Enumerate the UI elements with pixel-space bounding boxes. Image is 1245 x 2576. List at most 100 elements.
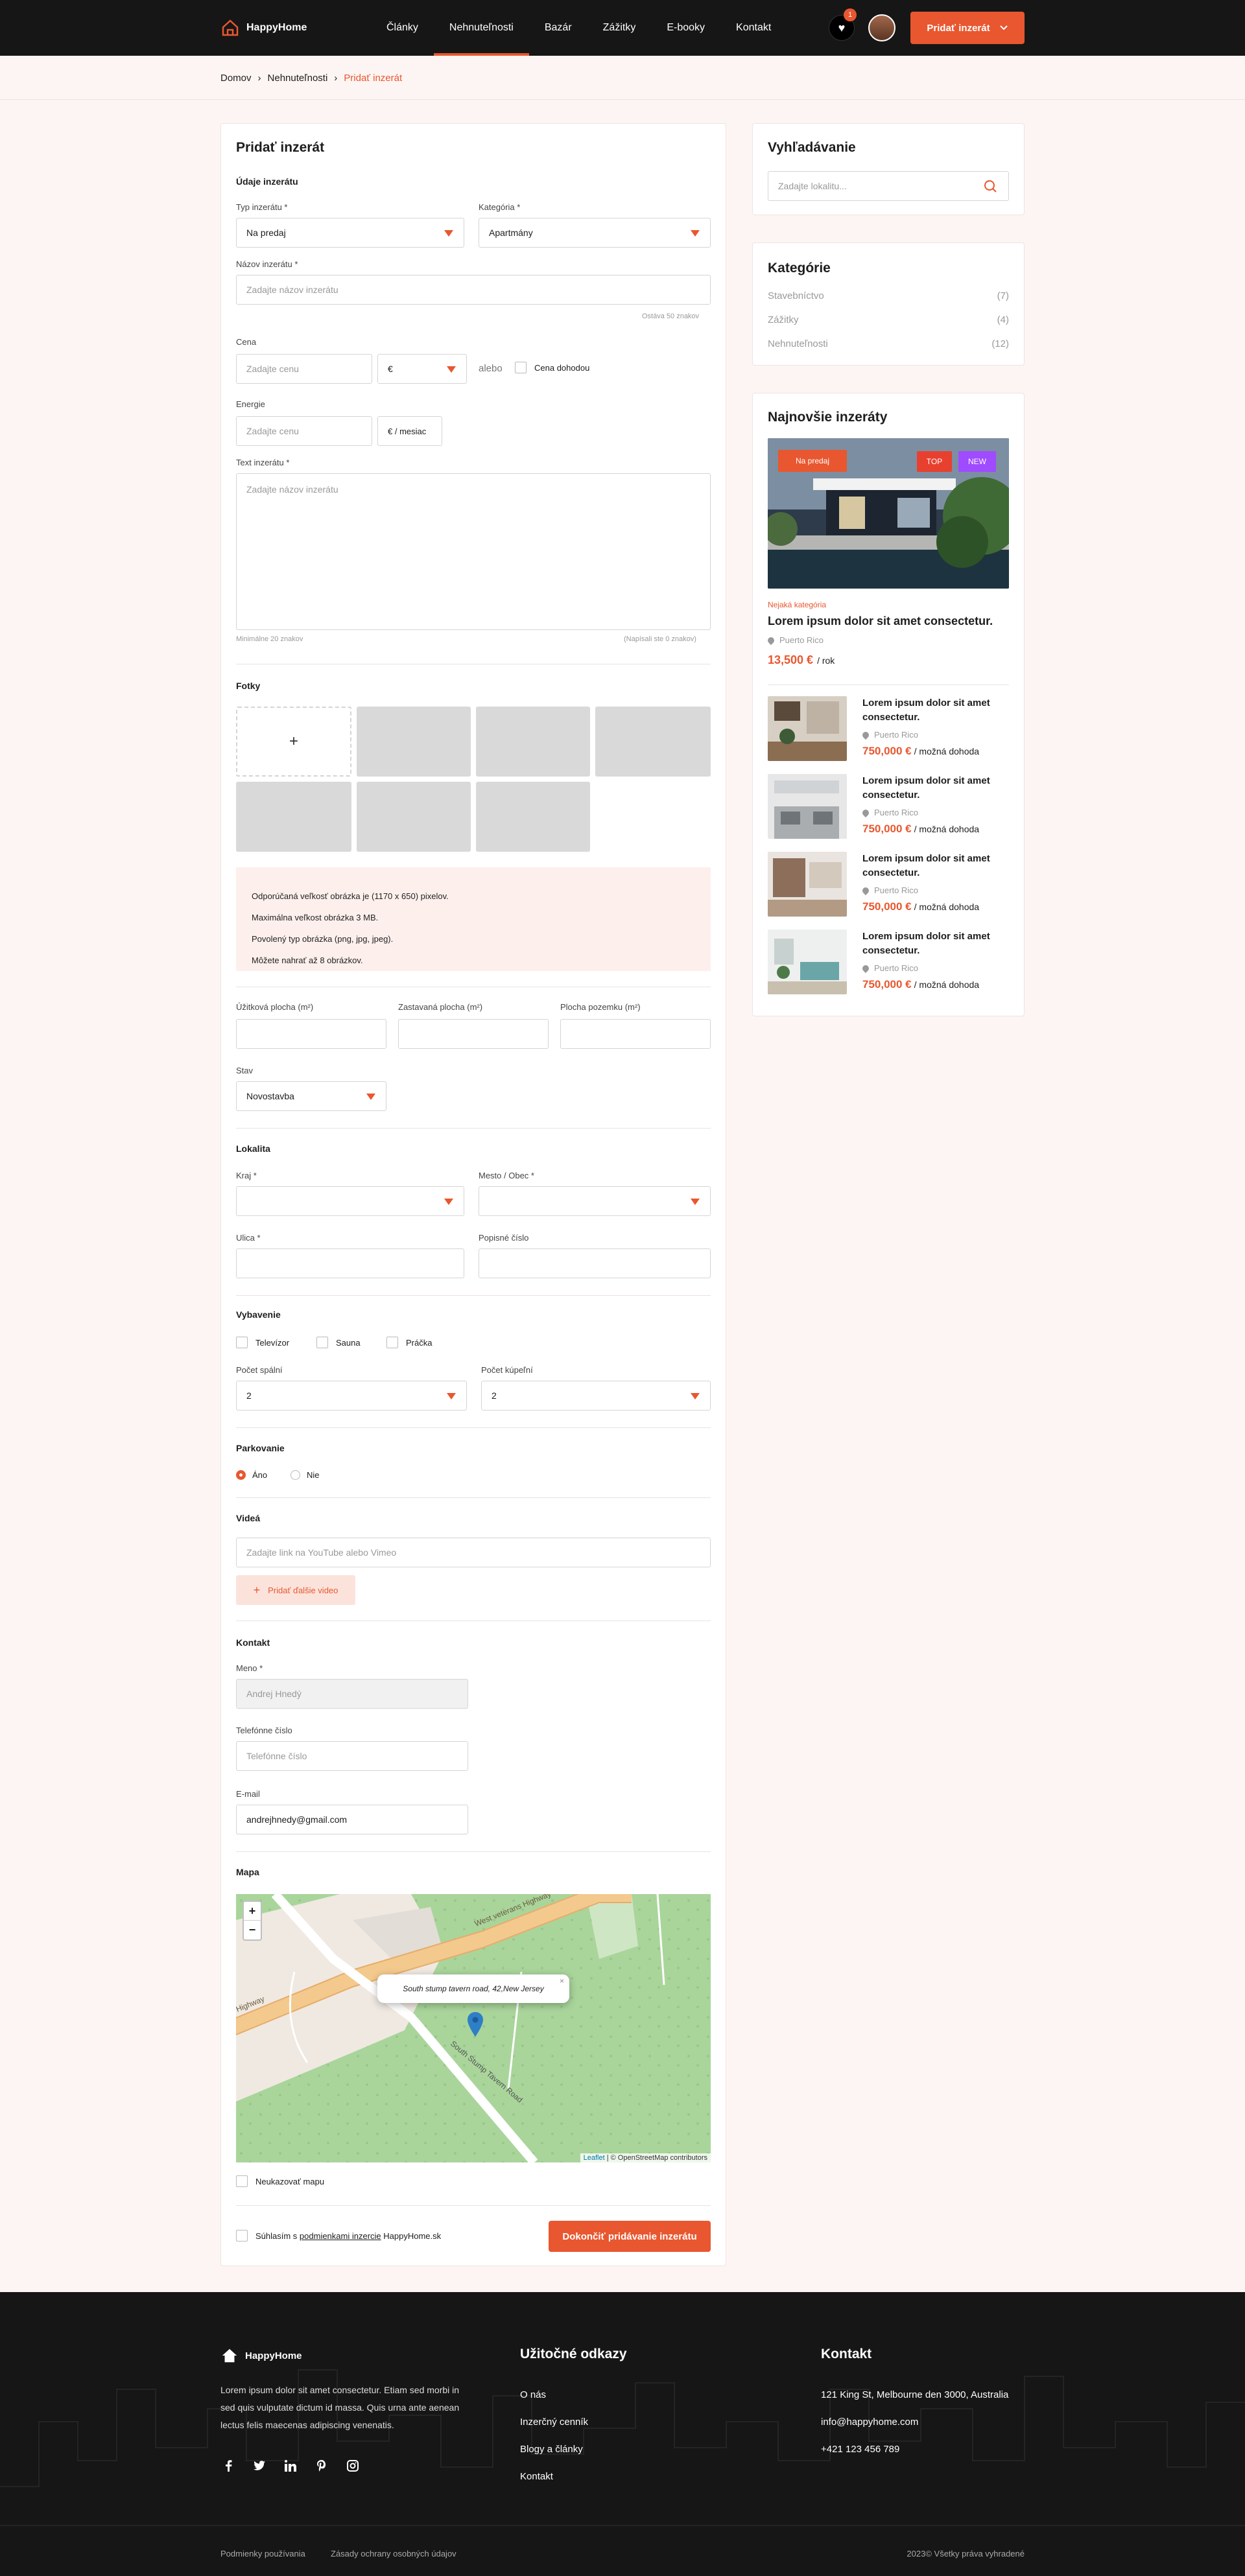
section-details-title: Údaje inzerátu	[236, 176, 298, 187]
nav-ebooks[interactable]: E-booky	[651, 0, 720, 56]
nav-bazaar[interactable]: Bazár	[529, 0, 587, 56]
city-select[interactable]	[479, 1186, 711, 1216]
breadcrumb-real-estate[interactable]: Nehnuteľnosti	[268, 73, 328, 84]
breadcrumb-home[interactable]: Domov	[220, 73, 252, 84]
facebook-icon[interactable]	[220, 2458, 236, 2474]
street-input[interactable]	[236, 1248, 464, 1278]
footer-email[interactable]: info@happyhome.com	[821, 2417, 918, 2428]
pinterest-icon[interactable]	[314, 2458, 329, 2474]
caret-down-icon	[691, 1199, 700, 1205]
listing-thumbnail	[768, 930, 847, 994]
search-icon[interactable]	[983, 179, 997, 193]
footer-link-contact[interactable]: Kontakt	[520, 2471, 553, 2482]
caret-down-icon	[691, 1393, 700, 1399]
listing-item[interactable]: Lorem ipsum dolor sit amet consectetur. P…	[768, 696, 1012, 761]
zoom-out-button[interactable]: −	[244, 1921, 261, 1939]
phone-label: Telefónne číslo	[236, 1726, 292, 1735]
site-footer: HappyHome Lorem ipsum dolor sit amet con…	[0, 2292, 1245, 2576]
search-title: Vyhľadávanie	[768, 140, 856, 155]
equipment-sauna-checkbox[interactable]: Sauna	[316, 1337, 361, 1348]
footer-link-pricing[interactable]: Inzerčný cenník	[520, 2417, 588, 2428]
listing-title: Lorem ipsum dolor sit amet consectetur.	[862, 853, 990, 878]
footer-link-blogs[interactable]: Blogy a články	[520, 2444, 583, 2455]
add-video-button[interactable]: + Pridať ďalšie video	[236, 1575, 355, 1605]
type-select-value: Na predaj	[246, 228, 286, 238]
parking-yes-radio[interactable]: Áno	[236, 1470, 267, 1480]
built-area-input[interactable]	[398, 1019, 549, 1049]
type-select[interactable]: Na predaj	[236, 218, 464, 248]
instagram-icon[interactable]	[345, 2458, 361, 2474]
usable-area-input[interactable]	[236, 1019, 386, 1049]
footer-terms-link[interactable]: Podmienky používania	[220, 2549, 305, 2558]
usable-area-label: Úžitková plocha (m²)	[236, 1002, 314, 1012]
price-input[interactable]: Zadajte cenu	[236, 354, 372, 384]
footer-privacy-link[interactable]: Zásady ochrany osobných údajov	[331, 2549, 456, 2558]
video-link-input[interactable]: Zadajte link na YouTube alebo Vimeo	[236, 1538, 711, 1567]
linkedin-icon[interactable]	[283, 2458, 298, 2474]
featured-title[interactable]: Lorem ipsum dolor sit amet consectetur.	[768, 615, 993, 628]
close-icon[interactable]: ×	[560, 1976, 564, 1985]
equipment-tv-checkbox[interactable]: Televízor	[236, 1337, 289, 1348]
listing-price-value: 750,000 €	[862, 823, 912, 835]
category-select-value: Apartmány	[489, 228, 533, 238]
submit-listing-button[interactable]: Dokončiť pridávanie inzerátu	[549, 2221, 711, 2252]
state-select[interactable]: Novostavba	[236, 1081, 386, 1111]
number-input[interactable]	[479, 1248, 711, 1278]
hide-map-checkbox[interactable]: Neukazovať mapu	[236, 2175, 324, 2187]
footer-phone[interactable]: +421 123 456 789	[821, 2444, 899, 2455]
divider	[236, 1295, 711, 1296]
category-item[interactable]: Stavebníctvo (7)	[768, 290, 1009, 301]
category-item[interactable]: Zážitky (4)	[768, 314, 1009, 325]
contact-name-input[interactable]: Andrej Hnedý	[236, 1679, 468, 1709]
category-item[interactable]: Nehnuteľnosti (12)	[768, 338, 1009, 349]
add-listing-button[interactable]: Pridať inzerát	[910, 12, 1025, 44]
name-input[interactable]: Zadajte názov inzerátu	[236, 275, 711, 305]
region-select[interactable]	[236, 1186, 464, 1216]
negotiable-checkbox[interactable]: Cena dohodou	[515, 362, 589, 373]
nav-real-estate[interactable]: Nehnuteľnosti	[433, 0, 529, 56]
checkbox-box	[316, 1337, 328, 1348]
text-textarea[interactable]: Zadajte názov inzerátu	[236, 473, 711, 630]
zoom-in-button[interactable]: +	[244, 1902, 261, 1921]
map-marker-icon[interactable]	[468, 2012, 483, 2037]
photo-info-line: Môžete nahrať až 8 obrázkov.	[252, 955, 363, 965]
listing-item[interactable]: Lorem ipsum dolor sit amet consectetur. P…	[768, 774, 1012, 839]
terms-link[interactable]: podmienkami inzercie	[300, 2231, 381, 2241]
divider	[236, 2205, 711, 2206]
land-area-input[interactable]	[560, 1019, 711, 1049]
listing-item[interactable]: Lorem ipsum dolor sit amet consectetur. P…	[768, 852, 1012, 917]
brand-logo[interactable]: HappyHome	[220, 18, 307, 38]
nav-experiences[interactable]: Zážitky	[587, 0, 652, 56]
footer-logo[interactable]: HappyHome	[220, 2347, 302, 2365]
leaflet-link[interactable]: Leaflet	[584, 2154, 605, 2162]
phone-input[interactable]: Telefónne číslo	[236, 1741, 468, 1771]
bathrooms-select[interactable]: 2	[481, 1381, 711, 1411]
listing-title: Lorem ipsum dolor sit amet consectetur.	[862, 931, 990, 956]
bedrooms-select[interactable]: 2	[236, 1381, 467, 1411]
location-map[interactable]: West veterans Highway Highway South Stum…	[236, 1894, 711, 2162]
category-select[interactable]: Apartmány	[479, 218, 711, 248]
footer-address: 121 King St, Melbourne den 3000, Austral…	[821, 2389, 1009, 2400]
user-avatar[interactable]	[868, 14, 895, 41]
terms-checkbox[interactable]: Súhlasím s podmienkami inzercie HappyHom…	[236, 2230, 441, 2242]
parking-no-radio[interactable]: Nie	[290, 1470, 320, 1480]
email-input[interactable]: andrejhnedy@gmail.com	[236, 1805, 468, 1834]
footer-links-title: Užitočné odkazy	[520, 2347, 627, 2361]
photo-upload-button[interactable]: +	[236, 707, 351, 777]
nav-contact[interactable]: Kontakt	[720, 0, 787, 56]
photo-slot	[595, 707, 711, 777]
category-name: Zážitky	[768, 314, 799, 325]
nav-articles[interactable]: Články	[371, 0, 434, 56]
currency-select[interactable]: €	[377, 354, 467, 384]
equipment-washer-checkbox[interactable]: Práčka	[386, 1337, 432, 1348]
checkbox-box	[515, 362, 527, 373]
energy-input[interactable]: Zadajte cenu	[236, 416, 372, 446]
twitter-icon[interactable]	[252, 2458, 267, 2474]
parking-no-label: Nie	[307, 1470, 320, 1480]
currency-value: €	[388, 364, 393, 374]
footer-link-about[interactable]: O nás	[520, 2389, 546, 2400]
listing-item[interactable]: Lorem ipsum dolor sit amet consectetur. P…	[768, 930, 1012, 994]
location-search-input[interactable]: Zadajte lokalitu...	[768, 171, 1009, 201]
listing-location-text: Puerto Rico	[874, 963, 918, 973]
featured-category[interactable]: Nejaká kategória	[768, 600, 826, 609]
